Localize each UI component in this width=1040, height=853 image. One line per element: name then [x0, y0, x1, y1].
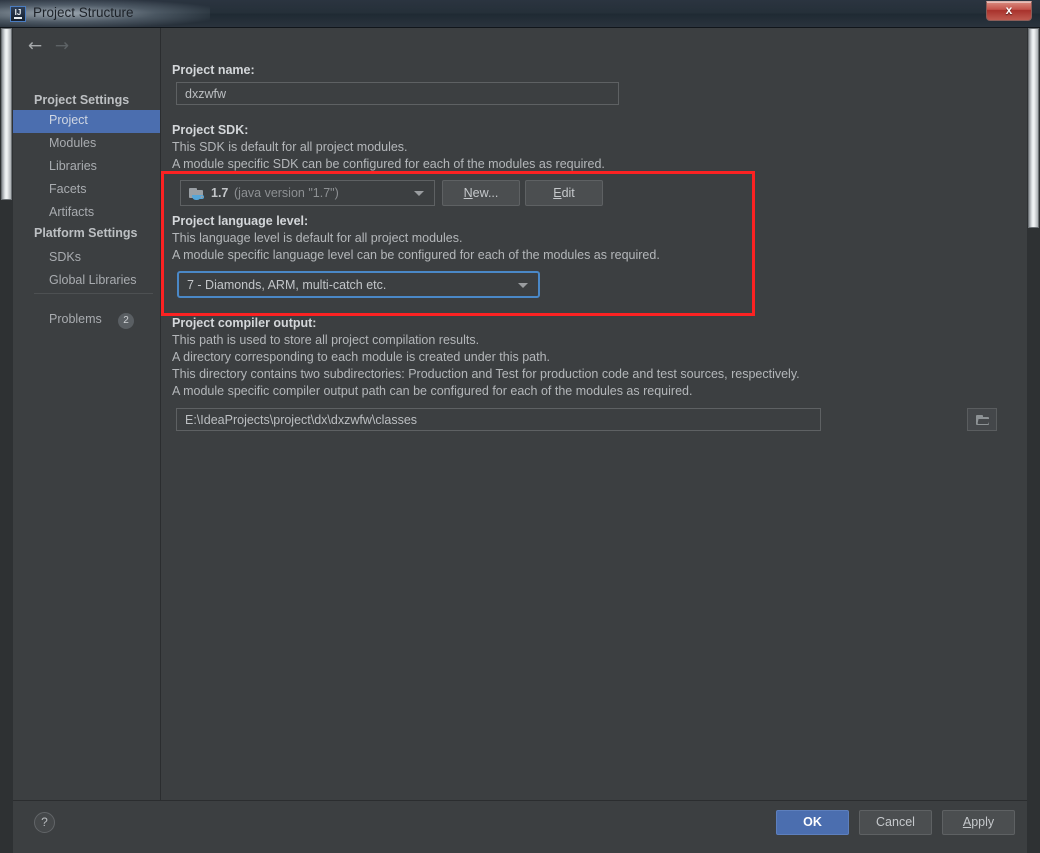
sidebar-item-label: SDKs	[49, 250, 81, 264]
jdk-folder-icon	[189, 187, 205, 201]
sidebar-group-project-settings: Project Settings	[34, 93, 130, 107]
project-name-label: Project name:	[172, 63, 255, 77]
sidebar-group-platform-settings: Platform Settings	[34, 226, 138, 240]
cancel-button-label: Cancel	[876, 815, 915, 829]
java-cup-handle	[200, 195, 204, 199]
sidebar-item-global-libraries[interactable]: Global Libraries	[13, 270, 160, 293]
compiler-output-browse-button[interactable]	[967, 408, 997, 431]
app-icon-letters: IJ	[14, 8, 22, 17]
new-sdk-button-label: New...	[463, 186, 499, 200]
dialog-content: ← → Project Settings Project Modules Lib…	[0, 28, 1040, 853]
back-arrow-icon[interactable]: ←	[22, 34, 48, 58]
sidebar-item-label: Facets	[49, 182, 87, 196]
compiler-output-description-line-1: This path is used to store all project c…	[172, 333, 480, 347]
folder-flap	[977, 419, 990, 424]
right-scrollbar-thumb[interactable]	[1028, 28, 1039, 228]
app-icon-underbar	[14, 17, 22, 19]
left-scrollbar-thumb[interactable]	[1, 28, 12, 200]
sidebar-item-label: Project	[49, 113, 88, 127]
edit-sdk-button-label: Edit	[553, 186, 575, 200]
sidebar-item-label: Artifacts	[49, 205, 95, 219]
window-titlebar: IJ Project Structure x	[0, 0, 1040, 28]
right-scrollbar[interactable]	[1027, 28, 1040, 853]
language-level-value: 7 - Diamonds, ARM, multi-catch etc.	[187, 278, 387, 292]
help-button[interactable]: ?	[34, 812, 55, 833]
close-button[interactable]: x	[986, 1, 1032, 21]
sidebar-item-label: Libraries	[49, 159, 97, 173]
language-level-description-line-1: This language level is default for all p…	[172, 231, 463, 245]
apply-button-label: Apply	[962, 815, 995, 829]
cancel-button[interactable]: Cancel	[859, 810, 932, 835]
sidebar-item-sdks[interactable]: SDKs	[13, 247, 160, 270]
apply-button[interactable]: Apply	[942, 810, 1015, 835]
project-sdk-detail: (java version "1.7")	[234, 186, 339, 200]
compiler-output-path-input[interactable]: E:\IdeaProjects\project\dx\dxzwfw\classe…	[176, 408, 821, 431]
ok-button-label: OK	[803, 815, 822, 829]
sidebar-divider	[34, 293, 153, 294]
question-mark-icon: ?	[41, 815, 48, 829]
language-level-label: Project language level:	[172, 214, 309, 228]
sidebar-item-modules[interactable]: Modules	[13, 133, 160, 156]
sidebar: ← → Project Settings Project Modules Lib…	[13, 28, 161, 800]
compiler-output-description-line-3: This directory contains two subdirectori…	[172, 367, 800, 381]
new-sdk-button[interactable]: New...	[442, 180, 520, 206]
project-sdk-combobox[interactable]: 1.7 (java version "1.7")	[180, 180, 435, 206]
close-icon: x	[1005, 3, 1013, 17]
compiler-output-path-value: E:\IdeaProjects\project\dx\dxzwfw\classe…	[185, 413, 418, 427]
project-sdk-version: 1.7	[211, 186, 229, 200]
sidebar-item-label: Problems	[49, 312, 102, 326]
sidebar-item-label: Global Libraries	[49, 273, 137, 287]
project-name-input[interactable]: dxzwfw	[176, 82, 619, 105]
project-sdk-description-line-2: A module specific SDK can be configured …	[172, 157, 605, 171]
forward-arrow-icon[interactable]: →	[49, 34, 75, 58]
project-sdk-label: Project SDK:	[172, 123, 249, 137]
edit-sdk-button[interactable]: Edit	[525, 180, 603, 206]
sidebar-item-project[interactable]: Project	[13, 110, 160, 133]
language-level-description-line-2: A module specific language level can be …	[172, 248, 660, 262]
navigation-arrows: ← →	[13, 34, 161, 60]
project-structure-dialog: IJ Project Structure x ← → Project Setti…	[0, 0, 1040, 853]
sidebar-item-label: Modules	[49, 136, 97, 150]
sidebar-item-libraries[interactable]: Libraries	[13, 156, 160, 179]
sidebar-item-problems[interactable]: Problems 2	[13, 309, 160, 332]
chevron-down-icon	[518, 283, 528, 288]
compiler-output-description-line-2: A directory corresponding to each module…	[172, 350, 550, 364]
language-level-combobox[interactable]: 7 - Diamonds, ARM, multi-catch etc.	[177, 271, 540, 298]
compiler-output-label: Project compiler output:	[172, 316, 317, 330]
project-name-value: dxzwfw	[185, 87, 226, 101]
compiler-output-description-line-4: A module specific compiler output path c…	[172, 384, 693, 398]
main-panel: Project name: dxzwfw Project SDK: This S…	[161, 28, 1027, 800]
ok-button[interactable]: OK	[776, 810, 849, 835]
problems-count-badge: 2	[118, 313, 134, 329]
left-scrollbar[interactable]	[0, 28, 13, 853]
folder-browse-icon	[976, 415, 990, 426]
window-title: Project Structure	[33, 5, 134, 20]
sidebar-item-artifacts[interactable]: Artifacts	[13, 202, 160, 225]
intellij-idea-icon: IJ	[10, 6, 26, 22]
sidebar-item-facets[interactable]: Facets	[13, 179, 160, 202]
project-sdk-description-line-1: This SDK is default for all project modu…	[172, 140, 408, 154]
chevron-down-icon	[414, 191, 424, 196]
